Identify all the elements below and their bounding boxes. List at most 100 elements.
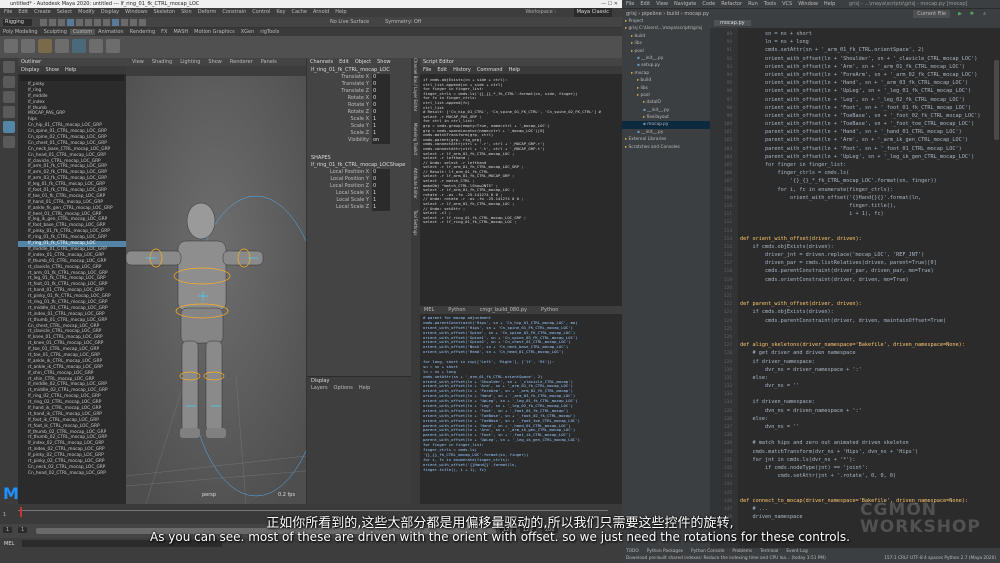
viewport-toolbar[interactable]	[126, 66, 306, 76]
channel-value[interactable]: 0	[372, 109, 390, 116]
display-subtab[interactable]: Layers	[311, 385, 328, 391]
viewport-menu-item[interactable]: Show	[208, 59, 222, 65]
channel-row[interactable]: Local Scale X1	[307, 190, 411, 197]
breadcrumb-item[interactable]: pipeline	[642, 11, 662, 17]
menu-item[interactable]: Windows	[125, 9, 147, 15]
script-editor-menu-item[interactable]: Help	[509, 67, 520, 73]
script-input[interactable]: # parent for mocap adjustment cmds.parent…	[420, 314, 622, 504]
move-tool-icon[interactable]	[3, 106, 15, 118]
menu-item[interactable]: Select	[57, 9, 72, 15]
shelf-icons[interactable]	[0, 36, 622, 56]
viewport-menu-item[interactable]: Shading	[152, 59, 172, 65]
tool-window-tab[interactable]: TODO	[626, 549, 639, 554]
channel-row[interactable]: Scale X1	[307, 116, 411, 123]
lasso-tool-icon[interactable]	[3, 76, 15, 88]
breadcrumb-item[interactable]: build	[667, 11, 679, 17]
project-tree-item[interactable]: ▪ __init__.py	[622, 129, 710, 136]
channel-row[interactable]: Scale Z1	[307, 130, 411, 137]
script-editor-menu-item[interactable]: Edit	[437, 67, 447, 73]
project-tree-item[interactable]: ▸ libs	[622, 85, 710, 92]
outliner-menu-item[interactable]: Show	[45, 67, 59, 73]
menu-item[interactable]: Key	[276, 9, 285, 15]
channel-row[interactable]: Local Scale Y1	[307, 197, 411, 204]
project-tree-item[interactable]: ▸ mocap	[622, 70, 710, 77]
viewport-menu-item[interactable]: View	[132, 59, 144, 65]
channel-value[interactable]: 0	[372, 169, 390, 176]
shelf-tab[interactable]: Rendering	[127, 29, 159, 35]
script-editor-menu-item[interactable]: Command	[477, 67, 503, 73]
channel-row[interactable]: Translate Y0	[307, 81, 411, 88]
channel-row[interactable]: Rotate Z0	[307, 109, 411, 116]
outliner-item[interactable]: Cn_head_02_CTRL_mocap_LOC_GRP	[18, 471, 126, 477]
channel-row[interactable]: Visibility on	[307, 137, 411, 144]
pycharm-menu-item[interactable]: Code	[702, 1, 715, 7]
project-tree-item[interactable]: ▸ dataIO	[622, 99, 710, 106]
project-tree-item[interactable]: ▸ Project	[622, 18, 710, 25]
project-tree-item[interactable]: ▪ __init__.py	[622, 107, 710, 114]
project-tree-item[interactable]: ▸ build	[622, 33, 710, 40]
symmetry-dropdown[interactable]: Symmetry: Off	[385, 19, 421, 26]
shelf-tab[interactable]: Poly Modeling	[0, 29, 41, 35]
pycharm-menu-item[interactable]: Window	[798, 1, 818, 7]
shelf-tab[interactable]: Motion Graphics	[191, 29, 238, 35]
shelf-tab[interactable]: FX	[158, 29, 170, 35]
channel-box-tab[interactable]: Edit	[339, 59, 349, 65]
pycharm-menu-item[interactable]: Refactor	[721, 1, 742, 7]
window-controls[interactable]: — ☐ ✕	[601, 0, 618, 8]
menu-item[interactable]: Control	[252, 9, 270, 15]
shelf-tab[interactable]: Custom	[69, 29, 96, 35]
project-tree-item[interactable]: ▪ mocap.py	[622, 121, 710, 129]
run-config-dropdown[interactable]: Current File	[913, 10, 950, 18]
channel-box-tab[interactable]: Channels	[310, 59, 333, 65]
outliner-menu-item[interactable]: Display	[21, 67, 39, 73]
channel-row[interactable]: Local Scale Z1	[307, 204, 411, 211]
viewport-menu-item[interactable]: Panels	[261, 59, 277, 65]
channel-value[interactable]: 0	[372, 88, 390, 95]
channel-value[interactable]: 0	[372, 102, 390, 109]
channel-value[interactable]: 0	[372, 81, 390, 88]
project-tree-item[interactable]: ▸ grisj C:\Users\...\maya\scripts\grisj	[622, 25, 710, 32]
pycharm-menu-item[interactable]: Tools	[764, 1, 776, 7]
channel-row[interactable]: Rotate X0	[307, 95, 411, 102]
pycharm-menu-item[interactable]: Help	[824, 1, 835, 7]
shelf-tab[interactable]: Animation	[95, 29, 127, 35]
shelf-tab[interactable]: rigTools	[257, 29, 282, 35]
project-tree-item[interactable]: ▸ pool	[622, 92, 710, 99]
menu-item[interactable]: Display	[101, 9, 119, 15]
viewport-menu-item[interactable]: Lighting	[180, 59, 200, 65]
mode-dropdown[interactable]: Rigging	[3, 19, 32, 26]
project-tree-item[interactable]: ▸ flexilayout	[622, 114, 710, 121]
pycharm-menu-item[interactable]: Navigate	[674, 1, 696, 7]
outliner-item[interactable]: Cn_neck_base_CTRL_mocap_LOC_GRP	[18, 147, 126, 153]
menu-item[interactable]: File	[4, 9, 12, 15]
menu-item[interactable]: Cache	[291, 9, 307, 15]
editor-scrollbar[interactable]	[994, 60, 999, 140]
channel-value[interactable]: on	[372, 137, 390, 144]
scale-tool-icon[interactable]	[3, 136, 15, 148]
menu-item[interactable]: Create	[34, 9, 51, 15]
status-line-icons[interactable]	[40, 19, 300, 26]
project-tree-item[interactable]: ▪ setup.py	[622, 62, 710, 69]
script-tab[interactable]: cmgr_build_080.py	[476, 307, 531, 313]
menu-item[interactable]: Deform	[198, 9, 217, 15]
menu-item[interactable]: Skeleton	[153, 9, 175, 15]
channel-value[interactable]: 0	[372, 183, 390, 190]
script-editor-menu-item[interactable]: File	[423, 67, 431, 73]
channel-row[interactable]: Scale Y1	[307, 123, 411, 130]
pycharm-menu-item[interactable]: Edit	[640, 1, 650, 7]
viewport-menu-item[interactable]: Renderer	[230, 59, 253, 65]
display-tab[interactable]: Display	[307, 377, 412, 385]
shelf-tab[interactable]: Sculpting	[41, 29, 70, 35]
project-tree-item[interactable]: ▸ pool	[622, 48, 710, 55]
outliner-search[interactable]	[20, 75, 124, 81]
menu-item[interactable]: Modify	[78, 9, 95, 15]
pycharm-menu-item[interactable]: Run	[748, 1, 758, 7]
menu-item[interactable]: Help	[335, 9, 346, 15]
script-tab[interactable]: MEL	[420, 307, 438, 313]
display-subtab[interactable]: Options	[334, 385, 353, 391]
project-tree-item[interactable]: ▸ Scratches and Consoles	[622, 144, 710, 151]
channel-row[interactable]: Translate X0	[307, 74, 411, 81]
workspace-dropdown[interactable]: Maya Classic	[573, 8, 612, 17]
script-tab[interactable]: Python	[444, 307, 469, 313]
project-tree-item[interactable]: ▸ External Libraries	[622, 136, 710, 143]
